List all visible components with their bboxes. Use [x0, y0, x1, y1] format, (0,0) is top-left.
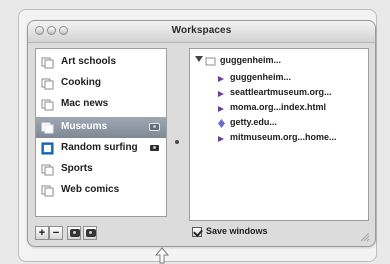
- workspace-label: Random surfing: [61, 142, 138, 153]
- link-icon: [216, 88, 227, 99]
- titlebar: Workspaces: [28, 21, 375, 43]
- save-windows-checkbox[interactable]: [192, 227, 202, 237]
- restore-workspace-button[interactable]: [83, 226, 97, 240]
- workspace-item-museums[interactable]: Museums: [36, 117, 166, 138]
- link-icon: [216, 103, 227, 114]
- save-windows-label: Save windows: [206, 226, 268, 236]
- remove-workspace-button[interactable]: −: [49, 226, 63, 240]
- camera-icon: [149, 144, 160, 152]
- workspace-label: Web comics: [61, 184, 120, 195]
- up-arrow-icon: [155, 247, 169, 264]
- tree-label: getty.edu...: [230, 117, 277, 127]
- tree-label: mitmuseum.org...home...: [230, 132, 337, 142]
- workspace-label: Mac news: [61, 98, 109, 109]
- tree-label: seattleartmuseum.org...: [230, 87, 332, 97]
- folder-icon: [41, 142, 54, 155]
- tree-child-row[interactable]: seattleartmuseum.org...: [190, 86, 368, 101]
- add-workspace-button[interactable]: +: [35, 226, 49, 240]
- workspace-label: Museums: [61, 121, 108, 132]
- workspace-label: Cooking: [61, 77, 101, 88]
- camera-icon: [70, 229, 80, 237]
- workspace-icon: [41, 184, 54, 197]
- link-icon: [216, 73, 227, 84]
- resize-grip-icon[interactable]: [358, 230, 370, 242]
- disclosure-triangle-icon[interactable]: [195, 56, 203, 62]
- document-icon: [216, 118, 227, 129]
- tree-child-row[interactable]: getty.edu...: [190, 116, 368, 131]
- workspace-icon: [41, 98, 54, 111]
- capture-workspace-button[interactable]: [67, 226, 81, 240]
- tree-child-row[interactable]: guggenheim...: [190, 71, 368, 86]
- workspace-item-random-surfing[interactable]: Random surfing: [36, 138, 166, 159]
- workspace-item-art-schools[interactable]: Art schools: [36, 52, 166, 73]
- workspace-item-mac-news[interactable]: Mac news: [36, 94, 166, 115]
- tree-label: moma.org...index.html: [230, 102, 327, 112]
- workspace-icon: [41, 77, 54, 90]
- workspace-icon: [41, 163, 54, 176]
- link-icon: [216, 133, 227, 144]
- workspace-icon: [41, 56, 54, 69]
- window-icon: [205, 56, 216, 67]
- workspace-label: Art schools: [61, 56, 117, 67]
- screenshot-stage: Workspaces Art schools Cooking Mac news …: [0, 0, 390, 264]
- splitter-dot[interactable]: [175, 140, 179, 144]
- workspaces-window: Workspaces Art schools Cooking Mac news …: [27, 20, 376, 247]
- workspace-item-sports[interactable]: Sports: [36, 159, 166, 180]
- workspace-item-cooking[interactable]: Cooking: [36, 73, 166, 94]
- camera-icon: [149, 123, 160, 131]
- workspace-label: Sports: [61, 163, 93, 174]
- camera-icon: [86, 229, 96, 237]
- tree-child-row[interactable]: moma.org...index.html: [190, 101, 368, 116]
- window-title: Workspaces: [171, 25, 232, 36]
- workspace-list[interactable]: Art schools Cooking Mac news Museums Ran…: [35, 48, 167, 217]
- workspace-icon: [41, 121, 54, 134]
- workspace-item-web-comics[interactable]: Web comics: [36, 180, 166, 201]
- tree-child-row[interactable]: mitmuseum.org...home...: [190, 131, 368, 146]
- workspace-detail-tree[interactable]: guggenheim... guggenheim... seattleartmu…: [189, 48, 369, 221]
- tree-label: guggenheim...: [230, 72, 292, 82]
- tree-group-row[interactable]: guggenheim...: [190, 54, 368, 69]
- tree-label: guggenheim...: [220, 55, 282, 65]
